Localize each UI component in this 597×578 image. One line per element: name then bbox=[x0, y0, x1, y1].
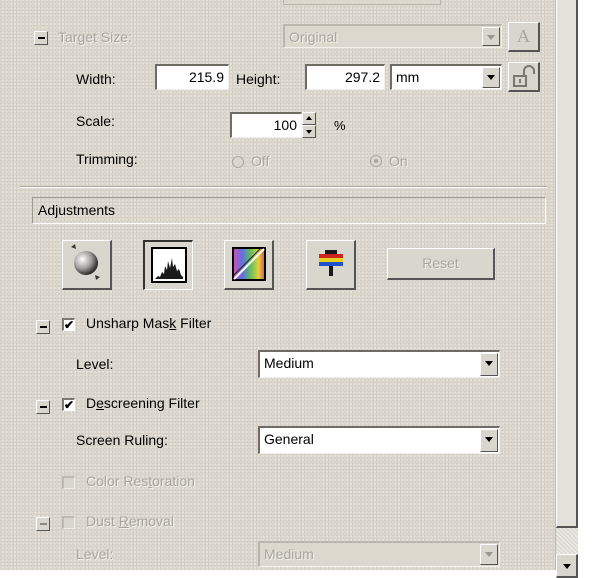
trimming-on-radio[interactable] bbox=[370, 155, 382, 167]
unsharp-label: Unsharp Mask Filter bbox=[86, 315, 212, 331]
lock-icon bbox=[512, 65, 535, 87]
reset-label: Reset bbox=[422, 255, 459, 271]
chevron-down-icon bbox=[563, 564, 571, 569]
color-restoration-label: Color Restoration bbox=[86, 473, 195, 489]
dust-removal-checkbox[interactable] bbox=[62, 516, 75, 529]
scale-label: Scale: bbox=[76, 113, 115, 129]
unsharp-level-label: Level: bbox=[76, 356, 114, 372]
reset-button[interactable]: Reset bbox=[387, 248, 495, 280]
unsharp-collapse-button[interactable] bbox=[36, 320, 50, 334]
scanner-settings-panel: Target Size: Original A Width: 215.9 Hei… bbox=[0, 0, 556, 570]
text-size-button[interactable]: A bbox=[508, 22, 540, 52]
descreening-checkbox[interactable]: ✔ bbox=[62, 398, 75, 411]
chevron-down-icon[interactable] bbox=[482, 67, 500, 88]
trimming-off-label: Off bbox=[251, 153, 270, 169]
width-label: Width: bbox=[76, 71, 116, 87]
dust-level-label: Level: bbox=[76, 546, 114, 562]
target-size-value: Original bbox=[289, 29, 338, 45]
dust-level-select[interactable]: Medium bbox=[258, 541, 500, 567]
separator bbox=[20, 186, 547, 188]
trimming-label: Trimming: bbox=[76, 151, 138, 167]
scale-unit: % bbox=[334, 118, 346, 133]
height-label: Height: bbox=[236, 71, 281, 87]
unit-select[interactable]: mm bbox=[390, 64, 502, 90]
scale-spinner[interactable] bbox=[302, 112, 316, 138]
dust-level-value: Medium bbox=[264, 546, 314, 562]
color-restoration-checkbox[interactable] bbox=[62, 476, 75, 489]
dust-removal-collapse-button[interactable] bbox=[36, 517, 50, 531]
trimming-off-radio[interactable] bbox=[232, 156, 244, 168]
color-balance-button[interactable] bbox=[306, 240, 356, 290]
width-input[interactable]: 215.9 bbox=[155, 64, 229, 90]
vertical-scrollbar[interactable] bbox=[556, 0, 578, 578]
height-input[interactable]: 297.2 bbox=[305, 64, 385, 90]
auto-tone-icon bbox=[70, 244, 100, 280]
adjustments-header: Adjustments bbox=[32, 197, 546, 224]
auto-tone-button[interactable] bbox=[62, 240, 112, 290]
chevron-down-icon[interactable] bbox=[482, 27, 500, 46]
chevron-down-icon[interactable] bbox=[480, 544, 498, 565]
unit-value: mm bbox=[396, 69, 420, 85]
spinner-down-button[interactable] bbox=[302, 125, 316, 138]
unsharp-level-value: Medium bbox=[264, 355, 314, 371]
scrollbar-thumb[interactable] bbox=[556, 0, 578, 528]
color-balance-icon bbox=[318, 250, 343, 276]
scroll-down-button[interactable] bbox=[556, 554, 578, 578]
unsharp-level-select[interactable]: Medium bbox=[258, 350, 500, 378]
text-a-icon: A bbox=[517, 26, 530, 46]
screen-ruling-label: Screen Ruling: bbox=[76, 432, 168, 448]
lock-ratio-button[interactable] bbox=[508, 62, 540, 92]
descreening-label: Descreening Filter bbox=[86, 395, 200, 411]
scale-input[interactable]: 100 bbox=[230, 112, 302, 138]
dust-removal-label: Dust Removal bbox=[86, 513, 174, 529]
histogram-icon bbox=[150, 247, 187, 283]
spinner-up-button[interactable] bbox=[302, 112, 316, 125]
partial-top-field bbox=[283, 0, 441, 5]
chevron-down-icon[interactable] bbox=[480, 429, 498, 452]
adjustments-title: Adjustments bbox=[38, 202, 116, 218]
chevron-down-icon[interactable] bbox=[480, 353, 498, 376]
target-size-label: Target Size: bbox=[58, 29, 132, 45]
target-size-select[interactable]: Original bbox=[283, 24, 502, 48]
tone-curve-button[interactable] bbox=[224, 240, 274, 290]
screen-ruling-select[interactable]: General bbox=[258, 426, 500, 454]
unsharp-checkbox[interactable]: ✔ bbox=[62, 318, 75, 331]
target-size-collapse-button[interactable] bbox=[34, 31, 48, 45]
trimming-on-label: On bbox=[389, 153, 408, 169]
histogram-button[interactable] bbox=[143, 240, 193, 290]
tone-curve-icon bbox=[231, 247, 266, 281]
screen-ruling-value: General bbox=[264, 431, 314, 447]
descreening-collapse-button[interactable] bbox=[36, 400, 50, 414]
